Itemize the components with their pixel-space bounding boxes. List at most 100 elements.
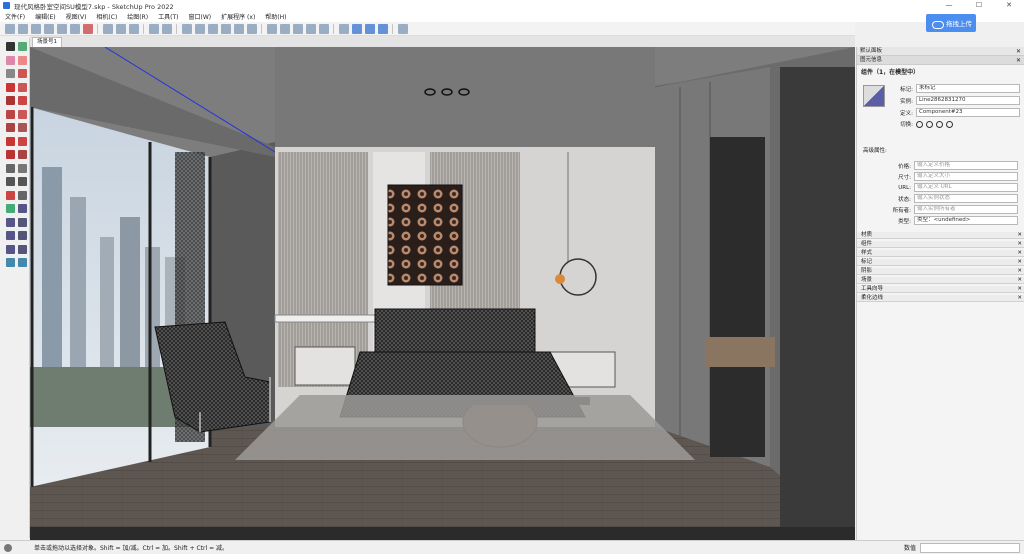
type-select[interactable]: 类型：<undefined> xyxy=(914,216,1018,225)
display-sections-icon[interactable] xyxy=(351,23,362,34)
redo-icon[interactable] xyxy=(115,23,126,34)
orbit-icon[interactable] xyxy=(18,42,27,51)
soften-edges-section[interactable]: 柔化边线 ✕ xyxy=(857,295,1024,302)
iso-view-icon[interactable] xyxy=(181,23,192,34)
shadows-section[interactable]: 阴影 ✕ xyxy=(857,268,1024,275)
section-plane-icon[interactable] xyxy=(338,23,349,34)
section-cuts-icon[interactable] xyxy=(364,23,375,34)
close-section-icon[interactable]: ✕ xyxy=(1017,295,1022,302)
pie-icon[interactable] xyxy=(18,109,27,119)
section-plane-icon[interactable] xyxy=(6,204,15,213)
close-tray-icon[interactable]: ✕ xyxy=(1016,47,1021,56)
move-icon[interactable] xyxy=(6,136,15,146)
locked-toggle-icon[interactable] xyxy=(926,120,933,128)
polygon-icon[interactable] xyxy=(6,109,15,119)
section-fill-icon[interactable] xyxy=(377,23,388,34)
receive-shadow-icon[interactable] xyxy=(936,120,943,128)
upload-button[interactable]: 拖拽上传 xyxy=(926,14,976,32)
offset-icon[interactable] xyxy=(18,150,27,159)
circle-icon[interactable] xyxy=(18,96,27,105)
follow-me-icon[interactable] xyxy=(18,123,27,132)
menu-view[interactable]: 视图(V) xyxy=(61,12,92,21)
position-camera-icon[interactable] xyxy=(6,217,15,227)
axes-icon[interactable] xyxy=(6,190,15,200)
close-section-icon[interactable]: ✕ xyxy=(1017,259,1022,266)
back-view-icon[interactable] xyxy=(233,23,244,34)
xray-icon[interactable] xyxy=(266,23,277,34)
paint-bucket-icon[interactable] xyxy=(6,55,15,65)
menu-tools[interactable]: 工具(T) xyxy=(153,12,183,21)
text-icon[interactable] xyxy=(18,177,27,186)
extension-warehouse-icon[interactable] xyxy=(397,23,408,34)
top-view-icon[interactable] xyxy=(194,23,205,34)
close-section-icon[interactable]: ✕ xyxy=(1016,56,1021,65)
dimension-icon[interactable] xyxy=(6,177,15,186)
select-icon[interactable] xyxy=(6,42,15,51)
maximize-button[interactable]: ☐ xyxy=(964,0,994,11)
materials-section[interactable]: 材质 ✕ xyxy=(857,232,1024,239)
left-view-icon[interactable] xyxy=(246,23,257,34)
zoom-extents-icon[interactable] xyxy=(18,244,27,254)
menu-extensions[interactable]: 扩展程序 (x) xyxy=(216,12,260,21)
cast-shadow-icon[interactable] xyxy=(946,120,953,128)
textured-icon[interactable] xyxy=(318,23,329,34)
owner-field[interactable]: 输入实例所有者 xyxy=(914,205,1018,214)
erase-icon[interactable] xyxy=(82,23,93,34)
geo-location-icon[interactable] xyxy=(4,543,12,552)
scale-icon[interactable] xyxy=(6,150,15,159)
walk-icon[interactable] xyxy=(18,204,27,213)
tag-tool-icon[interactable] xyxy=(6,69,15,78)
cut-icon[interactable] xyxy=(43,23,54,34)
warehouse-icon[interactable] xyxy=(18,258,27,267)
tag-select[interactable]: 未标记 xyxy=(916,84,1020,93)
scenes-section[interactable]: 场景 ✕ xyxy=(857,277,1024,284)
close-section-icon[interactable]: ✕ xyxy=(1017,277,1022,284)
model-viewport[interactable] xyxy=(30,47,855,540)
instance-field[interactable]: Line2862831270 xyxy=(916,96,1020,105)
entity-info-header[interactable]: 图元信息 ✕ xyxy=(857,56,1024,65)
front-view-icon[interactable] xyxy=(207,23,218,34)
eraser-icon[interactable] xyxy=(18,55,27,65)
menu-window[interactable]: 窗口(W) xyxy=(184,12,217,21)
instructor-section[interactable]: 工具向导 ✕ xyxy=(857,286,1024,293)
menu-file[interactable]: 文件(F) xyxy=(0,12,30,21)
shaded-icon[interactable] xyxy=(305,23,316,34)
price-field[interactable]: 输入定义价格 xyxy=(914,161,1018,170)
close-button[interactable]: ✕ xyxy=(994,0,1024,11)
close-section-icon[interactable]: ✕ xyxy=(1017,250,1022,257)
minimize-button[interactable]: — xyxy=(934,0,964,11)
menu-draw[interactable]: 绘图(R) xyxy=(122,12,153,21)
copy-icon[interactable] xyxy=(56,23,67,34)
status-field[interactable]: 输入实例状态 xyxy=(914,194,1018,203)
save-icon[interactable] xyxy=(30,23,41,34)
scene-tab-1[interactable]: 场景号1 xyxy=(32,37,62,47)
url-field[interactable]: 输入定义 URL xyxy=(914,183,1018,192)
close-section-icon[interactable]: ✕ xyxy=(1017,268,1022,275)
arc-icon[interactable] xyxy=(18,82,27,92)
menu-camera[interactable]: 相机(C) xyxy=(91,12,122,21)
sandbox-icon[interactable] xyxy=(6,258,15,267)
styles-section[interactable]: 样式 ✕ xyxy=(857,250,1024,257)
freehand-icon[interactable] xyxy=(18,69,27,78)
close-section-icon[interactable]: ✕ xyxy=(1017,241,1022,248)
zoom-icon[interactable] xyxy=(18,231,27,240)
look-around-icon[interactable] xyxy=(18,217,27,227)
tags-section[interactable]: 标记 ✕ xyxy=(857,259,1024,266)
tape-measure-icon[interactable] xyxy=(6,163,15,173)
menu-edit[interactable]: 编辑(E) xyxy=(30,12,60,21)
size-field[interactable]: 输入定义大小 xyxy=(914,172,1018,181)
open-icon[interactable] xyxy=(17,23,28,34)
push-pull-icon[interactable] xyxy=(6,123,15,132)
print-icon[interactable] xyxy=(128,23,139,34)
make-component-icon[interactable] xyxy=(161,23,172,34)
line-icon[interactable] xyxy=(6,82,15,92)
definition-field[interactable]: Component#23 xyxy=(916,108,1020,117)
undo-icon[interactable] xyxy=(102,23,113,34)
zoom-window-icon[interactable] xyxy=(6,244,15,254)
paste-icon[interactable] xyxy=(69,23,80,34)
pan-icon[interactable] xyxy=(6,231,15,240)
components-section[interactable]: 组件 ✕ xyxy=(857,241,1024,248)
3d-text-icon[interactable] xyxy=(18,190,27,200)
wireframe-icon[interactable] xyxy=(279,23,290,34)
right-view-icon[interactable] xyxy=(220,23,231,34)
